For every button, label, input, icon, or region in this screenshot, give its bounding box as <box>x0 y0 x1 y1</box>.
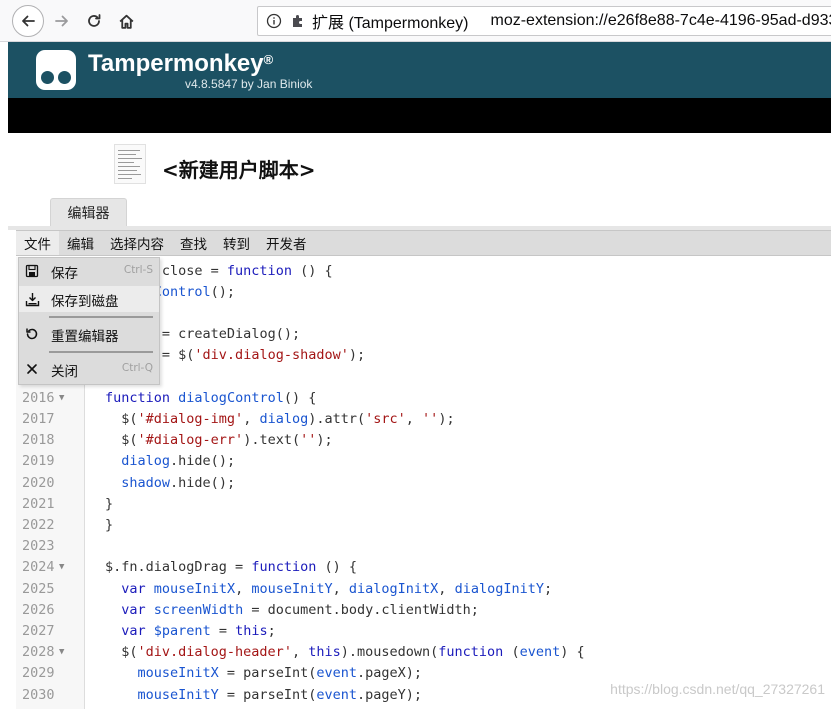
menu-developer[interactable]: 开发者 <box>258 231 315 255</box>
fold-arrow-icon[interactable]: ▼ <box>59 642 64 663</box>
code-line[interactable]: 2017 $('#dialog-img', dialog).attr('src'… <box>16 409 831 430</box>
back-button[interactable] <box>12 5 44 37</box>
menu-item-reset-editor[interactable]: 重置编辑器 <box>19 321 159 347</box>
code-line[interactable]: 2019 dialog.hide(); <box>16 451 831 472</box>
menu-item-close[interactable]: 关闭 Ctrl-Q <box>19 356 159 382</box>
code-line[interactable]: 2026 var screenWidth = document.body.cli… <box>16 600 831 621</box>
code-text: var mouseInitX, mouseInitY, dialogInitX,… <box>121 580 553 597</box>
info-icon[interactable] <box>266 13 282 29</box>
code-line[interactable]: 2020 shadow.hide(); <box>16 473 831 494</box>
code-text: $.fn.dialogDrag = function () { <box>105 559 357 576</box>
menu-item-save-to-disk[interactable]: 保存到磁盘 <box>19 286 159 312</box>
code-line[interactable]: 2022} <box>16 515 831 536</box>
menu-item-label: 保存到磁盘 <box>51 294 119 310</box>
fold-arrow-icon[interactable]: ▼ <box>59 557 64 578</box>
line-number: 2017 <box>22 410 55 427</box>
line-number: 2020 <box>22 474 55 491</box>
registered-mark: ® <box>263 52 274 67</box>
code-line[interactable]: 2016 ▼ function dialogControl() { <box>16 388 831 409</box>
line-number: 2023 <box>22 538 55 555</box>
menu-separator <box>49 351 153 353</box>
tab-editor[interactable]: 编辑器 <box>50 198 127 226</box>
line-number: 2029 <box>22 665 55 682</box>
code-line[interactable]: 2021} <box>16 494 831 515</box>
watermark: https://blog.csdn.net/qq_27327261 <box>610 681 825 697</box>
code-text: shadow.hide(); <box>121 474 236 491</box>
forward-button[interactable] <box>46 5 78 37</box>
url-text[interactable]: moz-extension://e26f8e88-7c4e-4196-95ad-… <box>490 12 831 30</box>
menu-item-label: 重置编辑器 <box>51 329 119 345</box>
browser-toolbar: 扩展 (Tampermonkey) moz-extension://e26f8e… <box>0 0 831 42</box>
menu-file[interactable]: 文件 <box>16 231 59 255</box>
menu-find[interactable]: 查找 <box>172 231 215 255</box>
line-number: 2022 <box>22 516 55 533</box>
code-text: var screenWidth = document.body.clientWi… <box>121 601 479 618</box>
url-bar[interactable]: 扩展 (Tampermonkey) moz-extension://e26f8e… <box>257 6 831 36</box>
line-number: 2021 <box>22 495 55 512</box>
menu-item-save[interactable]: 保存 Ctrl-S <box>19 258 159 284</box>
file-dropdown-menu: 保存 Ctrl-S 保存到磁盘 重置编辑器 关闭 Ctrl-Q <box>18 257 160 385</box>
code-text: function dialogControl() { <box>105 389 317 406</box>
code-line[interactable]: 2024 ▼ $.fn.dialogDrag = function () { <box>16 557 831 578</box>
line-number: 2016 <box>22 389 55 406</box>
code-text: } <box>105 516 114 533</box>
editor-menubar: 文件 编辑 选择内容 查找 转到 开发者 <box>16 230 831 256</box>
code-line[interactable]: 2027 var $parent = this; <box>16 621 831 642</box>
code-text: $('div.dialog-header', this).mousedown(f… <box>105 644 585 661</box>
code-text: dialog.hide(); <box>121 453 236 470</box>
code-line[interactable]: 2025 var mouseInitX, mouseInitY, dialogI… <box>16 579 831 600</box>
tampermonkey-logo-icon <box>36 50 76 90</box>
menu-goto[interactable]: 转到 <box>215 231 258 255</box>
code-text: mouseInitX = parseInt(event.pageX); <box>137 665 423 682</box>
menu-selection[interactable]: 选择内容 <box>102 231 172 255</box>
puzzle-icon <box>290 13 306 29</box>
line-number: 2028 <box>22 644 55 661</box>
app-version: v4.8.5847 by Jan Biniok <box>185 77 313 91</box>
url-identity-label: 扩展 (Tampermonkey) <box>312 15 469 32</box>
save-icon <box>24 263 40 279</box>
line-number: 2027 <box>22 622 55 639</box>
reset-icon <box>24 326 40 342</box>
app-title: Tampermonkey® <box>88 50 274 77</box>
menu-separator <box>49 316 153 318</box>
home-icon <box>119 14 133 29</box>
line-number: 2026 <box>22 601 55 618</box>
code-text: mouseInitY = parseInt(event.pageY); <box>137 686 423 703</box>
home-button[interactable] <box>110 5 142 37</box>
line-number: 2030 <box>22 686 55 703</box>
code-line[interactable]: 2023 <box>16 536 831 557</box>
code-line[interactable]: 2028 ▼ $('div.dialog-header', this).mouse… <box>16 642 831 663</box>
arrow-left-icon <box>22 15 35 27</box>
fold-arrow-icon[interactable]: ▼ <box>59 388 64 409</box>
arrow-right-icon <box>55 15 68 27</box>
menu-shortcut: Ctrl-Q <box>121 362 153 374</box>
close-icon <box>24 361 40 377</box>
line-number: 2024 <box>22 559 55 576</box>
menu-item-label: 关闭 <box>51 364 78 380</box>
script-title: <新建用户脚本> <box>162 158 316 182</box>
app-header: Tampermonkey® v4.8.5847 by Jan Biniok <box>8 42 831 98</box>
menu-item-label: 保存 <box>51 266 78 282</box>
script-thumbnail-icon <box>114 144 146 184</box>
code-text: $('#dialog-err').text(''); <box>105 432 333 449</box>
line-number: 2018 <box>22 432 55 449</box>
code-text: $('#dialog-img', dialog).attr('src', '')… <box>105 410 455 427</box>
code-line[interactable]: 2018 $('#dialog-err').text(''); <box>16 430 831 451</box>
code-text: var $parent = this; <box>121 622 276 639</box>
download-to-disk-icon <box>24 291 40 307</box>
reload-icon <box>88 14 101 27</box>
menu-shortcut: Ctrl-S <box>123 264 153 276</box>
menu-edit[interactable]: 编辑 <box>59 231 102 255</box>
nav-bar <box>8 98 831 133</box>
reload-button[interactable] <box>78 5 110 37</box>
line-number: 2019 <box>22 453 55 470</box>
line-number: 2025 <box>22 580 55 597</box>
code-text: } <box>105 495 114 512</box>
